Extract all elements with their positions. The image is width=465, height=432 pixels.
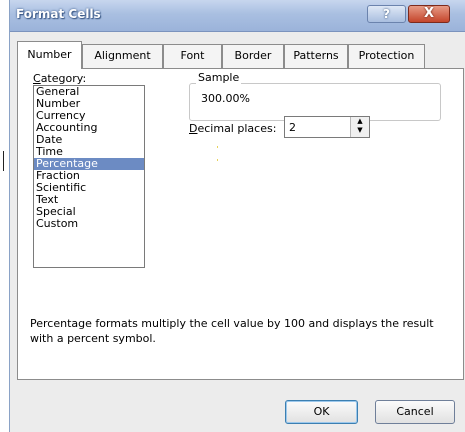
tab-alignment[interactable]: Alignment	[82, 44, 163, 68]
category-label: Category:	[33, 72, 87, 85]
title-bar[interactable]: Format Cells ? X	[10, 0, 465, 32]
close-button[interactable]: X	[408, 5, 450, 23]
decorative-dot	[217, 159, 218, 161]
category-item-custom[interactable]: Custom	[34, 218, 144, 230]
spin-up-icon[interactable]: ▲	[351, 117, 369, 126]
decimal-places-value[interactable]: 2	[289, 121, 296, 134]
decimal-places-label: Decimal places:	[189, 122, 277, 135]
tab-protection[interactable]: Protection	[348, 44, 425, 68]
tab-border[interactable]: Border	[222, 44, 284, 68]
tab-font[interactable]: Font	[163, 44, 222, 68]
sample-label: Sample	[196, 71, 242, 84]
format-cells-dialog: Format Cells ? X Number Alignment Font B…	[9, 0, 465, 432]
help-button[interactable]: ?	[367, 5, 406, 23]
text-cursor-mark	[3, 151, 4, 171]
decimal-places-spinner[interactable]: 2 ▲ ▼	[284, 116, 370, 138]
decorative-dot	[217, 146, 218, 148]
number-tab-panel: Category: General Number Currency Accoun…	[17, 68, 464, 380]
dialog-title: Format Cells	[16, 7, 101, 21]
left-edge-strip	[0, 0, 9, 432]
spin-buttons[interactable]: ▲ ▼	[350, 117, 369, 137]
cancel-button[interactable]: Cancel	[375, 400, 455, 424]
close-icon: X	[423, 6, 435, 21]
category-description: Percentage formats multiply the cell val…	[30, 317, 434, 345]
sample-value: 300.00%	[201, 92, 250, 105]
spin-down-icon[interactable]: ▼	[351, 126, 369, 135]
ok-button[interactable]: OK	[285, 400, 358, 424]
category-listbox[interactable]: General Number Currency Accounting Date …	[33, 85, 145, 268]
tab-number[interactable]: Number	[17, 41, 82, 69]
tab-patterns[interactable]: Patterns	[284, 44, 348, 68]
question-mark-icon: ?	[383, 7, 390, 21]
